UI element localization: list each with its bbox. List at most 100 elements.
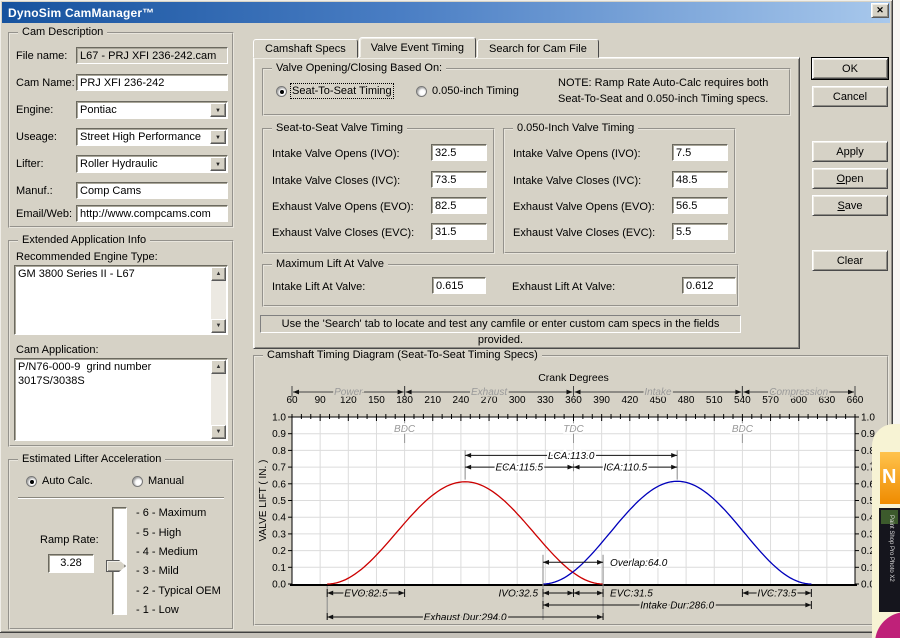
background-bottom-strip <box>0 633 893 638</box>
svg-text:0.7: 0.7 <box>272 463 286 474</box>
slider-scale-2: - 2 - Typical OEM <box>136 585 221 597</box>
background-product-box: Paint Shop Pro Photo X2 <box>879 508 900 612</box>
inch-ivo-label: Intake Valve Opens (IVO): <box>513 148 641 160</box>
svg-text:210: 210 <box>424 395 441 406</box>
svg-text:BDC: BDC <box>394 424 416 435</box>
close-button[interactable]: ✕ <box>871 3 889 18</box>
svg-text:390: 390 <box>593 395 610 406</box>
slider-scale-1: - 1 - Low <box>136 604 179 616</box>
intake-lift-input[interactable] <box>432 277 486 294</box>
slider-scale-5: - 5 - High <box>136 527 181 539</box>
inch-ivc-input[interactable] <box>672 171 728 188</box>
cancel-button[interactable]: Cancel <box>812 86 888 107</box>
tab-search-for-cam-file[interactable]: Search for Cam File <box>477 39 599 58</box>
inch-timing-group: 0.050-Inch Valve Timing Intake Valve Ope… <box>503 128 736 254</box>
svg-text:0.4: 0.4 <box>272 513 286 524</box>
hint-bar: Use the 'Search' tab to locate and test … <box>260 315 741 333</box>
inch-ivc-label: Intake Valve Closes (IVC): <box>513 175 641 187</box>
svg-text:420: 420 <box>621 395 638 406</box>
ramp-rate-label: Ramp Rate: <box>40 534 99 546</box>
exhaust-lift-input[interactable] <box>682 277 736 294</box>
seat-to-seat-radio[interactable]: Seat-To-Seat Timing <box>276 85 392 97</box>
inch-timing-radio[interactable]: 0.050-inch Timing <box>416 85 519 97</box>
seat-ivo-label: Intake Valve Opens (IVO): <box>272 148 400 160</box>
cam-name-input[interactable] <box>76 74 228 91</box>
seat-ivo-input[interactable] <box>431 144 487 161</box>
title-bar[interactable]: DynoSim CamManager™ <box>2 2 890 23</box>
svg-text:Power: Power <box>334 387 363 398</box>
scrollbar[interactable]: ▲ ▼ <box>211 360 226 439</box>
apply-button[interactable]: Apply <box>812 141 888 162</box>
seat-evc-label: Exhaust Valve Closes (EVC): <box>272 227 414 239</box>
background-box-text: Paint Shop Pro Photo X2 <box>888 515 894 611</box>
auto-calc-radio[interactable]: Auto Calc. <box>26 475 93 487</box>
window-title: DynoSim CamManager™ <box>8 6 155 20</box>
svg-text:0.5: 0.5 <box>272 496 286 507</box>
tab-camshaft-specs[interactable]: Camshaft Specs <box>253 39 358 58</box>
svg-text:0.3: 0.3 <box>272 529 286 540</box>
chevron-down-icon[interactable]: ▼ <box>210 130 226 144</box>
inch-ivo-input[interactable] <box>672 144 728 161</box>
divider <box>18 497 224 499</box>
useage-select[interactable]: Street High Performance ▼ <box>76 128 228 146</box>
open-button[interactable]: Open <box>812 168 888 189</box>
svg-text:Overlap:64.0: Overlap:64.0 <box>610 558 668 569</box>
cam-application-textarea[interactable]: P/N76-000-9 grind number 3017S/3038S ▲ ▼ <box>14 358 228 441</box>
engine-type-textarea[interactable]: GM 3800 Series II - L67 ▲ ▼ <box>14 265 228 335</box>
svg-text:480: 480 <box>678 395 695 406</box>
seat-timing-legend: Seat-to-Seat Valve Timing <box>272 122 407 134</box>
tab-valve-event-timing[interactable]: Valve Event Timing <box>359 37 476 58</box>
radio-icon <box>26 476 37 487</box>
svg-text:Exhaust Dur:294.0: Exhaust Dur:294.0 <box>424 613 507 621</box>
scrollbar[interactable]: ▲ ▼ <box>211 267 226 333</box>
note-line2: Seat-To-Seat and 0.050-inch Timing specs… <box>558 93 768 105</box>
svg-text:330: 330 <box>537 395 554 406</box>
svg-text:ICA:110.5: ICA:110.5 <box>603 463 647 474</box>
svg-text:ECA:115.5: ECA:115.5 <box>495 463 543 474</box>
cam-application-label: Cam Application: <box>16 344 99 356</box>
exhaust-lift-label: Exhaust Lift At Valve: <box>512 281 615 293</box>
svg-text:IVC:73.5: IVC:73.5 <box>757 589 796 600</box>
background-ad-letter: N <box>882 466 896 489</box>
svg-text:0.2: 0.2 <box>272 546 286 557</box>
scroll-down-icon[interactable]: ▼ <box>211 425 226 439</box>
svg-text:300: 300 <box>509 395 526 406</box>
scroll-up-icon[interactable]: ▲ <box>211 360 226 374</box>
svg-text:TDC: TDC <box>563 424 584 435</box>
file-name-label: File name: <box>16 50 67 62</box>
slider-scale-4: - 4 - Medium <box>136 546 198 558</box>
scroll-down-icon[interactable]: ▼ <box>211 319 226 333</box>
svg-text:150: 150 <box>368 395 385 406</box>
seat-evc-input[interactable] <box>431 223 487 240</box>
manual-radio[interactable]: Manual <box>132 475 184 487</box>
svg-text:240: 240 <box>453 395 470 406</box>
slider-scale-6: - 6 - Maximum <box>136 507 206 519</box>
inch-evc-label: Exhaust Valve Closes (EVC): <box>513 227 655 239</box>
intake-lift-label: Intake Lift At Valve: <box>272 281 365 293</box>
seat-ivc-label: Intake Valve Closes (IVC): <box>272 175 400 187</box>
timing-diagram-group: Camshaft Timing Diagram (Seat-To-Seat Ti… <box>253 355 889 626</box>
inch-evc-input[interactable] <box>672 223 728 240</box>
engine-select[interactable]: Pontiac ▼ <box>76 101 228 119</box>
cammanager-dialog: DynoSim CamManager™ ✕ Cam Description Fi… <box>0 0 893 633</box>
inch-evo-label: Exhaust Valve Opens (EVO): <box>513 201 655 213</box>
svg-text:EVC:31.5: EVC:31.5 <box>610 589 653 600</box>
lifter-accel-legend: Estimated Lifter Acceleration <box>18 453 165 465</box>
ok-button[interactable]: OK <box>812 58 888 79</box>
seat-evo-input[interactable] <box>431 197 487 214</box>
scroll-up-icon[interactable]: ▲ <box>211 267 226 281</box>
lifter-select[interactable]: Roller Hydraulic ▼ <box>76 155 228 173</box>
cam-name-label: Cam Name: <box>16 77 75 89</box>
cam-description-group: Cam Description File name: L67 - PRJ XFI… <box>8 32 234 228</box>
clear-button[interactable]: Clear <box>812 250 888 271</box>
inch-evo-input[interactable] <box>672 197 728 214</box>
email-web-input[interactable] <box>76 205 228 222</box>
svg-text:510: 510 <box>706 395 723 406</box>
chevron-down-icon[interactable]: ▼ <box>210 103 226 117</box>
svg-text:0.8: 0.8 <box>272 446 286 457</box>
save-button[interactable]: Save <box>812 195 888 216</box>
manuf-input[interactable] <box>76 182 228 199</box>
radio-icon <box>132 476 143 487</box>
chevron-down-icon[interactable]: ▼ <box>210 157 226 171</box>
seat-ivc-input[interactable] <box>431 171 487 188</box>
